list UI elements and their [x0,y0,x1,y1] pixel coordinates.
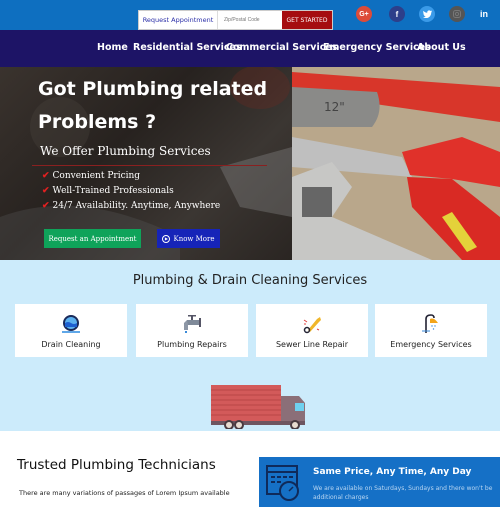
service-card-drain-cleaning[interactable]: Drain Cleaning [15,304,127,357]
feature-check-item: ✔ Convenient Pricing [42,171,141,181]
wrench-icon [303,317,321,334]
twitter-icon[interactable] [419,6,435,22]
get-started-button[interactable]: GET STARTED [282,11,332,29]
linkedin-icon[interactable]: in [476,6,492,22]
nav-about-us[interactable]: About Us [417,42,466,53]
hero-subtitle: We Offer Plumbing Services [40,144,211,158]
service-label: Plumbing Repairs [157,340,227,349]
trusted-text: There are many variations of passages of… [19,489,230,497]
check-icon: ✔ [42,201,50,211]
appointment-form: Request Appointment GET STARTED [138,10,333,30]
services-title: Plumbing & Drain Cleaning Services [132,273,368,288]
zip-code-input[interactable] [218,11,282,29]
truck-illustration [211,385,305,429]
hero-banner: 12" Got Plumbing related Problems ? We O… [0,67,500,260]
check-icon: ✔ [42,171,50,181]
service-label: Emergency Services [390,340,472,349]
request-appointment-label: Request Appointment [139,11,218,29]
service-card-emergency-services[interactable]: Emergency Services [375,304,487,357]
feature-text: We are available on Saturdays, Sundays a… [313,485,493,501]
services-section: Plumbing & Drain Cleaning Services Drain… [0,260,500,431]
drain-icon [62,315,80,333]
know-more-button[interactable]: ▶ Know More [157,229,220,248]
feature-check-item: ✔ 24/7 Availability. Anytime, Anywhere [42,201,221,211]
service-card-sewer-line-repair[interactable]: Sewer Line Repair [256,304,368,357]
feature-title: Same Price, Any Time, Any Day [313,467,472,477]
hero-title-line1: Got Plumbing related [38,78,268,100]
service-label: Sewer Line Repair [275,340,349,349]
nav-commercial-services[interactable]: Commercial Services [226,42,337,53]
google-plus-icon[interactable]: G+ [356,6,372,22]
facebook-icon[interactable]: f [389,6,405,22]
calendar-clock-icon [266,465,299,501]
feature-check-item: ✔ Well-Trained Professionals [42,186,174,196]
tools-photo: 12" [292,67,500,260]
nav-emergency-services[interactable]: Emergency Services [323,42,431,53]
check-icon: ✔ [42,186,50,196]
request-appointment-button[interactable]: Request an Appointment [44,229,141,248]
hero-divider [32,165,267,166]
hero-title-line2: Problems ? [38,111,157,133]
service-card-plumbing-repairs[interactable]: Plumbing Repairs [136,304,248,357]
faucet-icon [184,315,201,333]
trusted-title: Trusted Plumbing Technicians [17,457,216,473]
svg-text:12": 12" [324,100,345,114]
instagram-icon[interactable] [449,6,465,22]
play-circle-icon: ▶ [162,234,171,243]
shower-icon [422,314,438,333]
service-label: Drain Cleaning [41,340,101,349]
nav-home[interactable]: Home [97,42,128,53]
